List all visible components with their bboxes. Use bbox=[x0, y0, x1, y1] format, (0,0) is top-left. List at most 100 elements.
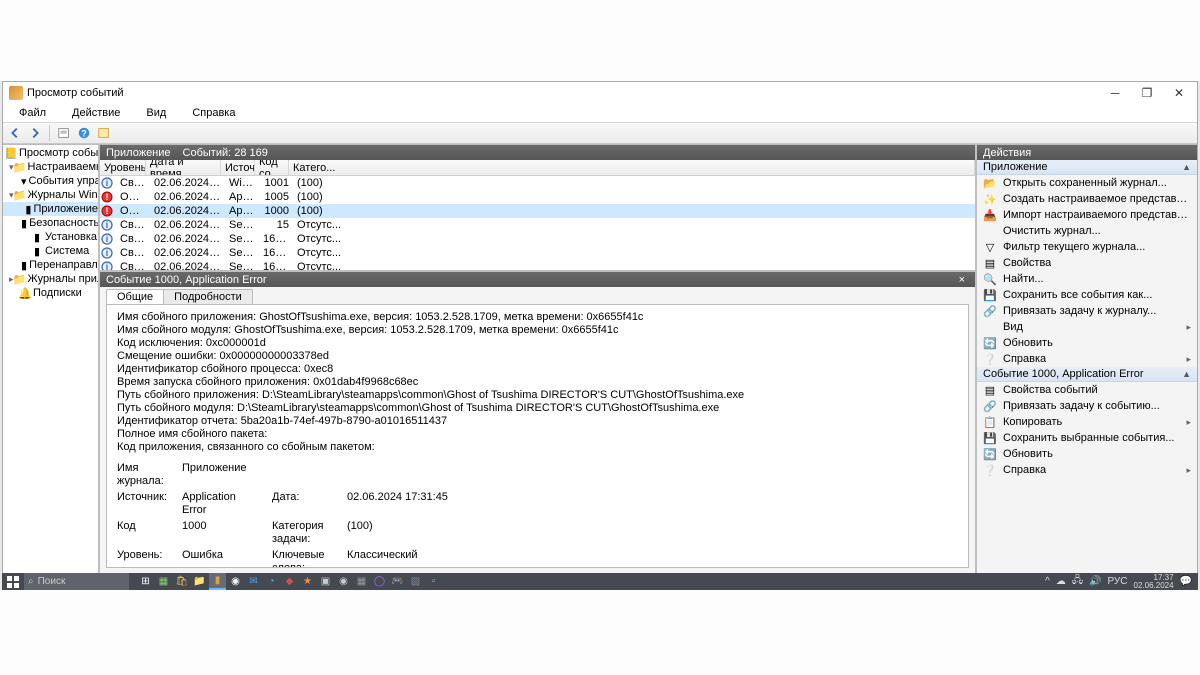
nav-tree[interactable]: 📒Просмотр событий (Локальн ▾📁Настраиваем… bbox=[3, 145, 100, 589]
action-item[interactable]: 🔄Обновить bbox=[977, 446, 1197, 462]
tree-custom-views[interactable]: ▾📁Настраиваемые представле bbox=[3, 160, 98, 174]
tree-admin-events[interactable]: ▾События управления bbox=[3, 174, 98, 188]
action-item[interactable]: Очистить журнал... bbox=[977, 223, 1197, 239]
col-date[interactable]: Дата и время bbox=[146, 160, 221, 175]
app-icon-1[interactable]: ◆ bbox=[281, 573, 298, 590]
edge-icon[interactable]: ◔ bbox=[263, 573, 280, 590]
tree-setup[interactable]: ▮Установка bbox=[3, 230, 98, 244]
action-item[interactable]: 🔗Привязать задачу к событию... bbox=[977, 398, 1197, 414]
tree-subscriptions[interactable]: 🔔Подписки bbox=[3, 286, 98, 300]
action-item[interactable]: 🔗Привязать задачу к журналу... bbox=[977, 303, 1197, 319]
table-row[interactable]: iСведения02.06.2024 17:11:41Securit...16… bbox=[100, 260, 975, 270]
detail-close-icon[interactable]: × bbox=[955, 274, 969, 286]
table-row[interactable]: iСведения02.06.2024 17:12:19Securit...16… bbox=[100, 246, 975, 260]
action-item[interactable]: 📂Открыть сохраненный журнал... bbox=[977, 175, 1197, 191]
col-level[interactable]: Уровень bbox=[100, 160, 146, 175]
tab-details[interactable]: Подробности bbox=[163, 289, 253, 304]
app-icon-6[interactable]: 🎮 bbox=[389, 573, 406, 590]
action-icon: ❔ bbox=[983, 352, 997, 366]
volume-icon[interactable]: 🔊 bbox=[1089, 576, 1101, 587]
table-row[interactable]: !Ошибка02.06.2024 17:31:45Applic...1005(… bbox=[100, 190, 975, 204]
table-row[interactable]: !Ошибка02.06.2024 17:31:45Applic...1000(… bbox=[100, 204, 975, 218]
tree-root[interactable]: 📒Просмотр событий (Локальн bbox=[3, 146, 98, 160]
forward-button[interactable] bbox=[27, 125, 43, 141]
action-item[interactable]: ▤Свойства событий bbox=[977, 382, 1197, 398]
taskbar-search[interactable]: ⌕Поиск bbox=[24, 573, 129, 590]
action-icon: ▤ bbox=[983, 383, 997, 397]
maps-icon[interactable]: ▦ bbox=[155, 573, 172, 590]
task-view-icon[interactable]: ⊞ bbox=[137, 573, 154, 590]
tab-general[interactable]: Общие bbox=[106, 289, 164, 304]
menu-view[interactable]: Вид bbox=[134, 106, 178, 120]
event-viewer-window: Просмотр событий ─ ❐ ✕ Файл Действие Вид… bbox=[2, 81, 1198, 590]
app-icon-5[interactable]: ◯ bbox=[371, 573, 388, 590]
table-row[interactable]: iСведения02.06.2024 17:31:49Windo...1001… bbox=[100, 176, 975, 190]
taskbar[interactable]: ⌕Поиск ⊞ ▦ 🛍 📁 ▮ ◉ ✉ ◔ ◆ ★ ▣ ◉ ▦ ◯ 🎮 ▧ ▫… bbox=[2, 573, 1198, 590]
tree-forwarded[interactable]: ▮Перенаправленные соб bbox=[3, 258, 98, 272]
clock[interactable]: 17:3702.06.2024 bbox=[1134, 574, 1174, 590]
app-icon bbox=[9, 86, 23, 100]
event-grid[interactable]: Уровень Дата и время Источ... Код со... … bbox=[100, 160, 975, 270]
toolbar-extra-icon[interactable] bbox=[96, 125, 112, 141]
table-row[interactable]: iСведения02.06.2024 17:16:04Securit...15… bbox=[100, 218, 975, 232]
action-item[interactable]: ▤Свойства bbox=[977, 255, 1197, 271]
col-category[interactable]: Катего... bbox=[289, 160, 975, 175]
tree-system[interactable]: ▮Система bbox=[3, 244, 98, 258]
action-item[interactable]: Вид▸ bbox=[977, 319, 1197, 335]
app-icon-8[interactable]: ▫ bbox=[425, 573, 442, 590]
cloud-icon[interactable]: ☁ bbox=[1056, 576, 1066, 587]
system-tray[interactable]: ^ ☁ 🖧 🔊 РУС 17:3702.06.2024 💬 bbox=[1045, 573, 1198, 590]
tree-windows-logs[interactable]: ▾📁Журналы Windows bbox=[3, 188, 98, 202]
tray-chevron-icon[interactable]: ^ bbox=[1045, 576, 1050, 587]
minimize-button[interactable]: ─ bbox=[1099, 83, 1131, 103]
action-item[interactable]: 💾Сохранить все события как... bbox=[977, 287, 1197, 303]
event-viewer-taskbar-icon[interactable]: ▮ bbox=[209, 573, 226, 590]
menu-file[interactable]: Файл bbox=[7, 106, 58, 120]
app-icon-4[interactable]: ▦ bbox=[353, 573, 370, 590]
error-icon: ! bbox=[101, 205, 113, 217]
app-icon-7[interactable]: ▧ bbox=[407, 573, 424, 590]
action-item[interactable]: ▽Фильтр текущего журнала... bbox=[977, 239, 1197, 255]
help-icon[interactable]: ? bbox=[76, 125, 92, 141]
menu-help[interactable]: Справка bbox=[180, 106, 247, 120]
mail-icon[interactable]: ✉ bbox=[245, 573, 262, 590]
start-button[interactable] bbox=[2, 573, 24, 590]
action-item[interactable]: 📥Импорт настраиваемого представления bbox=[977, 207, 1197, 223]
store-icon[interactable]: 🛍 bbox=[173, 573, 190, 590]
action-item[interactable]: 🔄Обновить bbox=[977, 335, 1197, 351]
col-code[interactable]: Код со... bbox=[255, 160, 289, 175]
back-button[interactable] bbox=[7, 125, 23, 141]
action-item[interactable]: 📋Копировать▸ bbox=[977, 414, 1197, 430]
action-item[interactable]: 🔍Найти... bbox=[977, 271, 1197, 287]
explorer-icon[interactable]: 📁 bbox=[191, 573, 208, 590]
svg-text:i: i bbox=[106, 262, 109, 270]
tree-security[interactable]: ▮Безопасность bbox=[3, 216, 98, 230]
actions-section-app[interactable]: Приложение▲ bbox=[977, 160, 1197, 175]
action-item[interactable]: 💾Сохранить выбранные события... bbox=[977, 430, 1197, 446]
action-item[interactable]: ❔Справка▸ bbox=[977, 462, 1197, 478]
network-icon[interactable]: 🖧 bbox=[1072, 573, 1083, 590]
maximize-button[interactable]: ❐ bbox=[1131, 83, 1163, 103]
table-row[interactable]: iСведения02.06.2024 17:12:50Securit...16… bbox=[100, 232, 975, 246]
steam-icon[interactable]: ◉ bbox=[335, 573, 352, 590]
col-source[interactable]: Источ... bbox=[221, 160, 255, 175]
svg-text:?: ? bbox=[81, 129, 86, 139]
actions-section-event[interactable]: Событие 1000, Application Error▲ bbox=[977, 367, 1197, 382]
chrome-icon[interactable]: ◉ bbox=[227, 573, 244, 590]
tree-application[interactable]: ▮Приложение bbox=[3, 202, 98, 216]
action-item[interactable]: ✨Создать настраиваемое представление... bbox=[977, 191, 1197, 207]
app-icon-3[interactable]: ▣ bbox=[317, 573, 334, 590]
notifications-icon[interactable]: 💬 bbox=[1180, 576, 1192, 587]
titlebar[interactable]: Просмотр событий ─ ❐ ✕ bbox=[3, 82, 1197, 104]
app-icon-2[interactable]: ★ bbox=[299, 573, 316, 590]
event-description: Имя сбойного приложения: GhostOfTsushima… bbox=[117, 311, 958, 454]
info-icon: i bbox=[101, 219, 113, 231]
menu-action[interactable]: Действие bbox=[60, 106, 132, 120]
tree-app-service-logs[interactable]: ▸📁Журналы приложений и сл bbox=[3, 272, 98, 286]
close-button[interactable]: ✕ bbox=[1163, 83, 1195, 103]
action-item[interactable]: ❔Справка▸ bbox=[977, 351, 1197, 367]
search-icon: ⌕ bbox=[28, 576, 34, 587]
error-icon: ! bbox=[101, 191, 113, 203]
language-indicator[interactable]: РУС bbox=[1107, 576, 1127, 587]
properties-icon[interactable] bbox=[56, 125, 72, 141]
